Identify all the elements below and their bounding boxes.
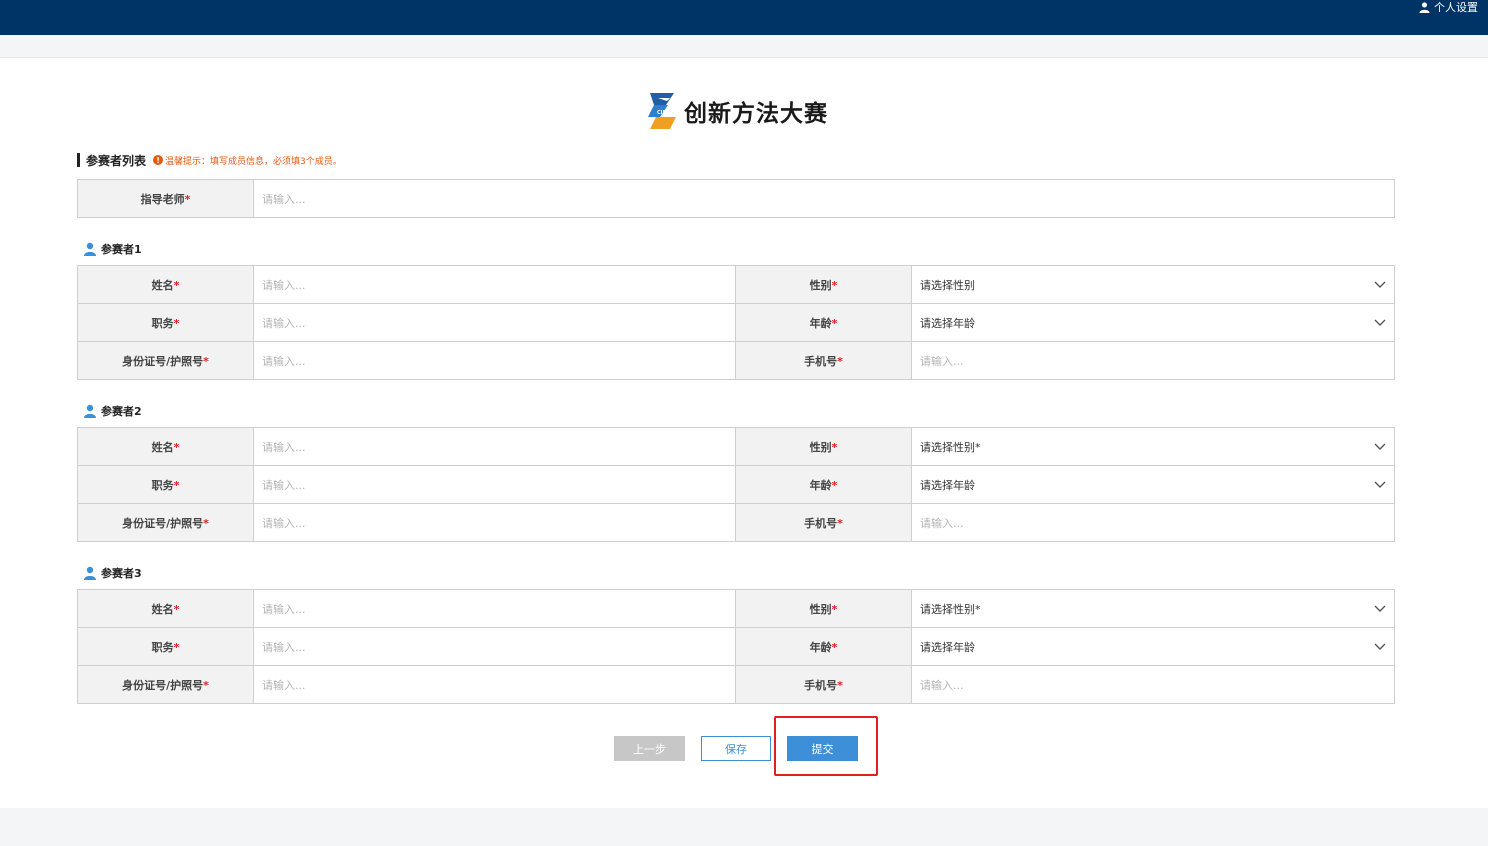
position-label: 职务*: [77, 465, 254, 504]
id-label: 身份证号/护照号*: [77, 341, 254, 380]
phone-input[interactable]: 请输入...: [911, 503, 1395, 542]
id-input[interactable]: 请输入...: [253, 503, 736, 542]
id-label: 身份证号/护照号*: [77, 503, 254, 542]
advisor-input[interactable]: 请输入...: [253, 179, 1395, 218]
id-input[interactable]: 请输入...: [253, 341, 736, 380]
chevron-down-icon: [1374, 643, 1386, 650]
table-row: 身份证号/护照号* 请输入... 手机号* 请输入...: [77, 665, 1395, 704]
user-settings-label: 个人设置: [1434, 1, 1478, 14]
table-row: 姓名* 请输入... 性别* 请选择性别: [77, 265, 1395, 304]
position-input[interactable]: 请输入...: [253, 627, 736, 666]
position-label: 职务*: [77, 627, 254, 666]
table-row: 身份证号/护照号* 请输入... 手机号* 请输入...: [77, 503, 1395, 542]
chevron-down-icon: [1374, 319, 1386, 326]
user-icon: [1419, 1, 1430, 13]
svg-text:CIMC: CIMC: [657, 110, 672, 116]
gender-label: 性别*: [735, 265, 912, 304]
person-icon: [84, 566, 96, 580]
brand-name: 创新方法大赛: [684, 101, 828, 127]
participant-1-table: 姓名* 请输入... 性别* 请选择性别 职务* 请输入... 年龄* 请选择年…: [77, 265, 1395, 380]
gender-select[interactable]: 请选择性别: [911, 265, 1395, 304]
name-input[interactable]: 请输入...: [253, 427, 736, 466]
section-accent-bar: [77, 153, 80, 167]
form-card: CIMC 创新方法大赛 参赛者列表 ! 温馨提示：填写成员信息，必须填3个成员。…: [0, 57, 1488, 808]
position-input[interactable]: 请输入...: [253, 303, 736, 342]
chevron-down-icon: [1374, 481, 1386, 488]
participant-2-header: 参赛者2: [83, 403, 142, 419]
submit-button[interactable]: 提交: [787, 736, 858, 761]
table-row: 身份证号/护照号* 请输入... 手机号* 请输入...: [77, 341, 1395, 380]
save-button[interactable]: 保存: [701, 736, 771, 761]
phone-input[interactable]: 请输入...: [911, 665, 1395, 704]
age-select[interactable]: 请选择年龄: [911, 465, 1395, 504]
table-row: 职务* 请输入... 年龄* 请选择年龄: [77, 303, 1395, 342]
advisor-table: 指导老师* 请输入...: [77, 179, 1395, 218]
section-header: 参赛者列表 ! 温馨提示：填写成员信息，必须填3个成员。: [77, 151, 342, 169]
top-bar: 个人设置: [0, 0, 1488, 35]
section-title: 参赛者列表: [86, 153, 147, 168]
gender-label: 性别*: [735, 427, 912, 466]
age-label: 年龄*: [735, 303, 912, 342]
table-row: 姓名* 请输入... 性别* 请选择性别*: [77, 427, 1395, 466]
name-input[interactable]: 请输入...: [253, 265, 736, 304]
name-input[interactable]: 请输入...: [253, 589, 736, 628]
advisor-label: 指导老师*: [77, 179, 254, 218]
id-input[interactable]: 请输入...: [253, 665, 736, 704]
table-row: 职务* 请输入... 年龄* 请选择年龄: [77, 627, 1395, 666]
participant-3-table: 姓名* 请输入... 性别* 请选择性别* 职务* 请输入... 年龄* 请选择…: [77, 589, 1395, 704]
cimc-logo-icon: CIMC: [648, 93, 676, 129]
person-icon: [84, 404, 96, 418]
tip: ! 温馨提示：填写成员信息，必须填3个成员。: [153, 154, 342, 167]
advisor-row: 指导老师* 请输入...: [77, 179, 1395, 218]
position-input[interactable]: 请输入...: [253, 465, 736, 504]
age-select[interactable]: 请选择年龄: [911, 627, 1395, 666]
user-settings-link[interactable]: 个人设置: [1419, 0, 1478, 14]
chevron-down-icon: [1374, 281, 1386, 288]
age-select[interactable]: 请选择年龄: [911, 303, 1395, 342]
tip-text: 温馨提示：填写成员信息，必须填3个成员。: [165, 156, 342, 167]
chevron-down-icon: [1374, 605, 1386, 612]
gender-label: 性别*: [735, 589, 912, 628]
participant-3-header: 参赛者3: [83, 565, 142, 581]
phone-label: 手机号*: [735, 503, 912, 542]
age-label: 年龄*: [735, 465, 912, 504]
id-label: 身份证号/护照号*: [77, 665, 254, 704]
age-label: 年龄*: [735, 627, 912, 666]
name-label: 姓名*: [77, 589, 254, 628]
table-row: 姓名* 请输入... 性别* 请选择性别*: [77, 589, 1395, 628]
phone-label: 手机号*: [735, 341, 912, 380]
participant-1-header: 参赛者1: [83, 241, 142, 257]
chevron-down-icon: [1374, 443, 1386, 450]
person-icon: [84, 242, 96, 256]
gender-select[interactable]: 请选择性别*: [911, 589, 1395, 628]
name-label: 姓名*: [77, 427, 254, 466]
participant-2-table: 姓名* 请输入... 性别* 请选择性别* 职务* 请输入... 年龄* 请选择…: [77, 427, 1395, 542]
gender-select[interactable]: 请选择性别*: [911, 427, 1395, 466]
info-icon: !: [153, 155, 164, 165]
phone-input[interactable]: 请输入...: [911, 341, 1395, 380]
name-label: 姓名*: [77, 265, 254, 304]
table-row: 职务* 请输入... 年龄* 请选择年龄: [77, 465, 1395, 504]
prev-step-button[interactable]: 上一步: [614, 736, 685, 761]
brand-logo: CIMC 创新方法大赛: [644, 88, 828, 134]
phone-label: 手机号*: [735, 665, 912, 704]
position-label: 职务*: [77, 303, 254, 342]
